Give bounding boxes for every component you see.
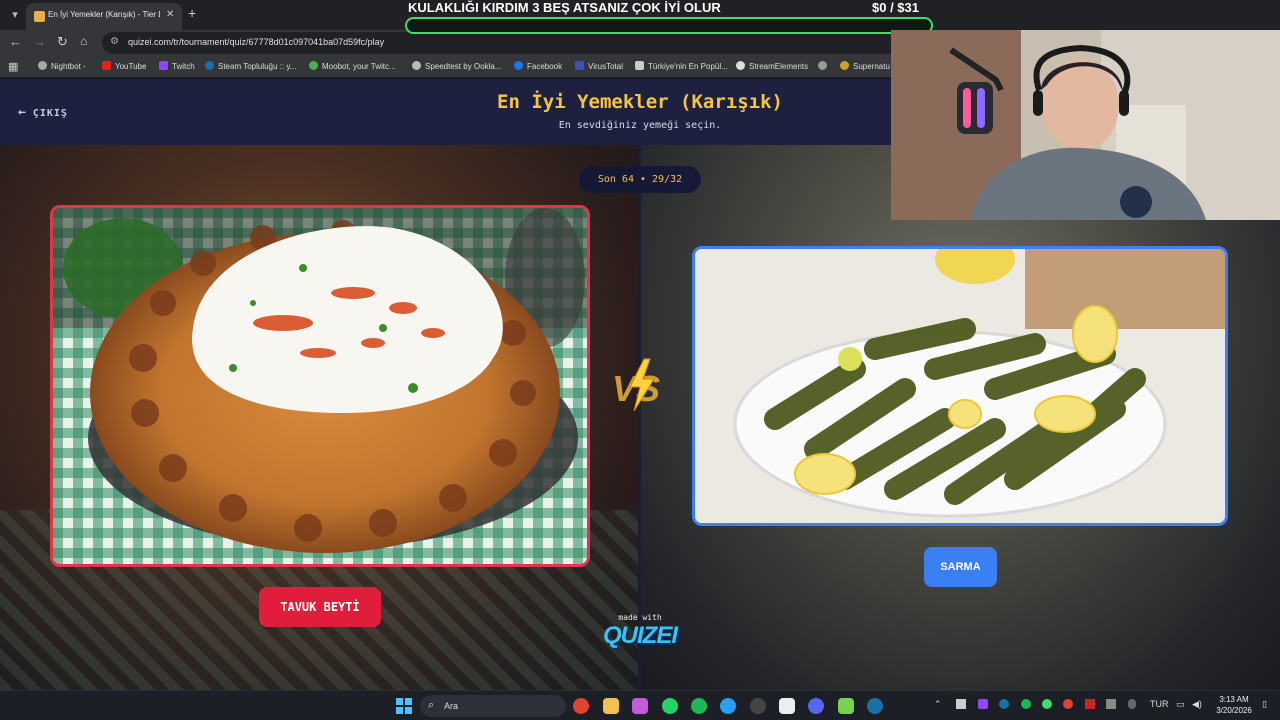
bookmark-supernatural[interactable]: Supernatu [840, 61, 890, 75]
left-choice-image[interactable] [50, 205, 590, 567]
address-bar[interactable]: ⚙ quizei.com/tr/tournament/quiz/67778d01… [102, 32, 902, 54]
notifications-icon[interactable]: ▯ [1262, 699, 1267, 710]
page-subtitle: En sevdiğiniz yemeği seçin. [558, 120, 722, 131]
url-text: quizei.com/tr/tournament/quiz/67778d01c0… [128, 37, 385, 47]
store-icon[interactable] [779, 698, 795, 714]
whatsapp-icon[interactable] [662, 698, 678, 714]
taskbar-clock[interactable]: 3:13 AM 3/20/2026 [1212, 694, 1256, 716]
tray-chevron-icon[interactable]: ⌃ [934, 699, 942, 710]
center-divider [638, 145, 641, 690]
bookmark-turkiye[interactable]: Türkiye'nin En Popül... [635, 61, 728, 75]
forward-icon[interactable]: → [33, 34, 46, 49]
donation-progress-bar [405, 17, 933, 34]
round-badge: Son 64 • 29/32 [579, 166, 701, 193]
tray-twitch-icon[interactable] [978, 699, 988, 709]
page-title: En İyi Yemekler (Karışık) [497, 91, 783, 113]
bookmark-moobot[interactable]: Moobot, your Twitc... [309, 61, 396, 75]
screen: ▾ En İyi Yemekler (Karışık) - Tier L ✕ +… [0, 0, 1280, 720]
windows-start-icon[interactable] [396, 698, 412, 714]
made-with-text: made with [618, 613, 662, 622]
home-icon[interactable]: ⌂ [80, 34, 87, 48]
copilot-icon[interactable] [632, 698, 648, 714]
tab-favicon-icon [34, 11, 45, 22]
spotify-icon[interactable] [691, 698, 707, 714]
arrow-left-icon: ← [18, 105, 27, 120]
tab-close-icon[interactable]: ✕ [166, 9, 174, 20]
site-info-icon[interactable]: ⚙ [110, 36, 119, 47]
made-with-badge[interactable]: made with QUIZEI [600, 613, 680, 650]
file-explorer-icon[interactable] [603, 698, 619, 714]
quizei-logo: QUIZEI [602, 622, 678, 649]
tray-status-icon[interactable] [1042, 699, 1052, 709]
vs-icon: VS [608, 357, 672, 413]
bookmark-globe[interactable] [818, 61, 831, 75]
choose-left-button[interactable]: TAVUK BEYTİ [259, 587, 381, 627]
bookmark-steam[interactable]: Steam Topluluğu :: y... [205, 61, 296, 75]
tray-ime-icon[interactable] [1106, 699, 1116, 709]
chrome-icon[interactable] [573, 698, 589, 714]
microphone-icon[interactable] [1128, 699, 1136, 709]
tab-search-icon[interactable]: ▾ [6, 6, 24, 24]
tray-steam-icon[interactable] [999, 699, 1009, 709]
choose-right-button[interactable]: SARMA [924, 547, 997, 587]
new-tab-icon[interactable]: + [188, 5, 196, 21]
exit-button[interactable]: ← ÇIKIŞ [18, 105, 68, 120]
donation-message: KULAKLIĞI KIRDIM 3 BEŞ ATSANIZ ÇOK İYİ O… [408, 0, 721, 15]
bookmark-speedtest[interactable]: Speedtest by Ookla... [412, 61, 502, 75]
volume-icon[interactable]: ◀) [1192, 699, 1202, 710]
network-icon[interactable]: ▭ [1176, 699, 1185, 710]
apps-grid-icon[interactable]: ▦ [8, 60, 18, 73]
bookmark-streamelements[interactable]: StreamElements [736, 61, 808, 75]
back-icon[interactable]: ← [9, 34, 22, 49]
language-indicator[interactable]: TUR [1150, 699, 1169, 709]
media-player-icon[interactable] [838, 698, 854, 714]
tray-alert-icon[interactable] [1085, 699, 1095, 709]
bookmark-youtube[interactable]: YouTube [102, 61, 146, 75]
search-icon: ⌕ [428, 699, 435, 711]
tray-app-icon[interactable] [956, 699, 966, 709]
discord-icon[interactable] [808, 698, 824, 714]
tray-spotify-icon[interactable] [1021, 699, 1031, 709]
edge-icon[interactable] [720, 698, 736, 714]
bookmark-facebook[interactable]: Facebook [514, 61, 562, 75]
tab-title: En İyi Yemekler (Karışık) - Tier L [48, 10, 160, 19]
webcam-feed [891, 30, 1280, 220]
exit-label: ÇIKIŞ [32, 108, 68, 119]
steam-icon[interactable] [867, 698, 883, 714]
donation-goal-amount: $0 / $31 [872, 0, 919, 15]
bookmark-twitch[interactable]: Twitch [159, 61, 195, 75]
reload-icon[interactable]: ↻ [57, 34, 68, 50]
clock-date: 3/20/2026 [1216, 706, 1252, 715]
taskbar-search-placeholder: Ara [444, 701, 459, 711]
bookmark-virustotal[interactable]: VirusTotal [575, 61, 623, 75]
sarma-image [695, 249, 1225, 523]
windows-taskbar: ⌕ Ara ⌃ TUR ▭ ◀) 3:13 AM 3/20/2026 ▯ [0, 690, 1280, 720]
clock-time: 3:13 AM [1219, 695, 1249, 704]
right-choice-image[interactable] [692, 246, 1228, 526]
tavuk-beyti-image [53, 208, 587, 564]
tray-chrome-icon[interactable] [1063, 699, 1073, 709]
obs-icon[interactable] [750, 698, 766, 714]
browser-tab[interactable]: En İyi Yemekler (Karışık) - Tier L ✕ [26, 3, 182, 30]
taskbar-search[interactable]: ⌕ Ara [420, 695, 566, 717]
bookmark-nightbot[interactable]: Nightbot - [38, 61, 86, 75]
